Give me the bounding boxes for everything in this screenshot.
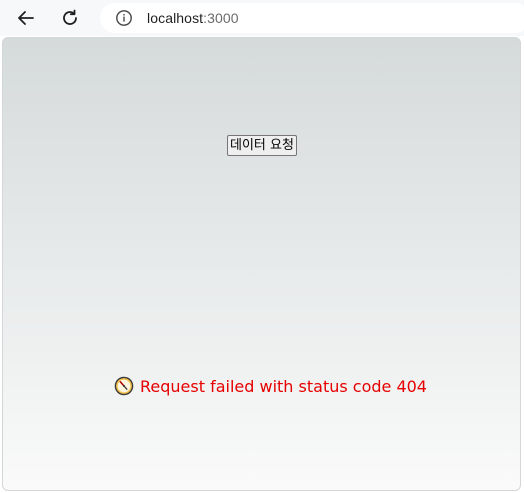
request-data-button[interactable]: 데이터 요청	[227, 135, 297, 156]
reload-icon	[63, 9, 77, 25]
back-button[interactable]	[12, 4, 40, 32]
error-message-row: Request failed with status code 404	[114, 376, 427, 396]
url-port: :3000	[203, 10, 239, 26]
clock-icon	[114, 376, 134, 396]
url-host: localhost	[147, 10, 204, 26]
back-arrow-icon	[18, 11, 34, 25]
reload-button[interactable]	[56, 4, 84, 32]
browser-toolbar: localhost:3000	[0, 0, 524, 36]
url-text[interactable]: localhost:3000	[147, 10, 239, 26]
info-icon[interactable]	[115, 9, 133, 27]
page-viewport: 데이터 요청 Request failed with status code 4…	[2, 37, 521, 491]
error-message: Request failed with status code 404	[140, 376, 427, 396]
address-bar[interactable]: localhost:3000	[100, 3, 524, 33]
